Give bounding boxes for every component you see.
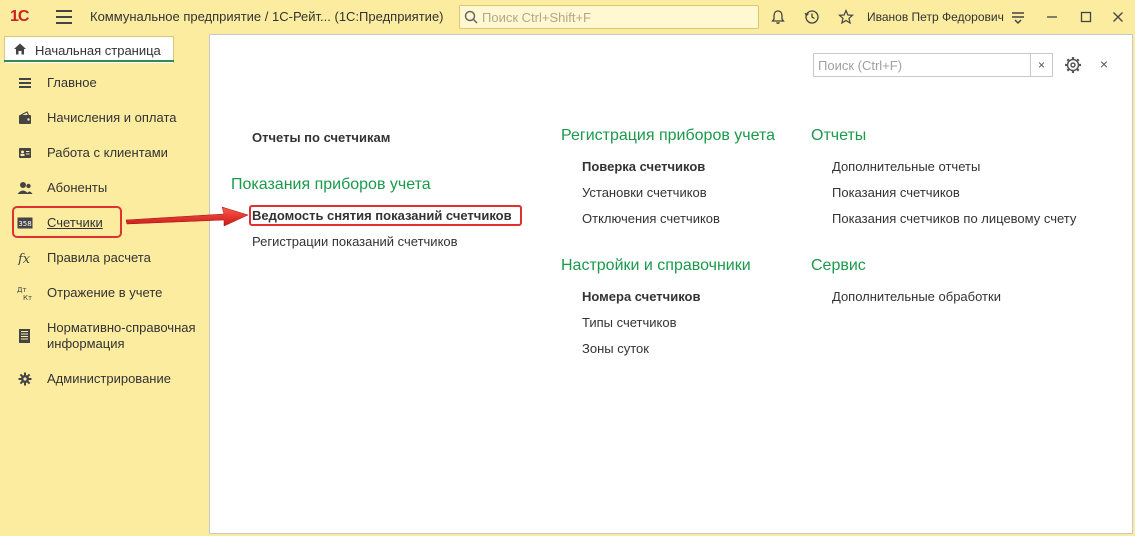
- sidebar-item-label-line1: Нормативно-справочная: [47, 320, 196, 335]
- sidebar-item-label: Работа с клиентами: [47, 145, 168, 160]
- link-readings-registration[interactable]: Регистрации показаний счетчиков: [252, 234, 458, 249]
- link-day-zones[interactable]: Зоны суток: [582, 341, 649, 356]
- tab-home[interactable]: Начальная страница: [4, 36, 174, 63]
- link-meter-reports[interactable]: Отчеты по счетчикам: [252, 130, 390, 145]
- title-bar: 1С Коммунальное предприятие / 1С-Рейт...…: [0, 0, 1135, 34]
- main-panel: [209, 34, 1133, 534]
- group-title-reports: Отчеты: [811, 127, 867, 144]
- sidebar-item-label: Администрирование: [47, 371, 171, 386]
- users-icon: [17, 180, 33, 196]
- svg-text:Дт: Дт: [17, 286, 27, 294]
- settings-menu-icon[interactable]: [1008, 7, 1028, 27]
- debit-credit-icon: Дт Кт: [17, 285, 33, 301]
- link-meter-readings[interactable]: Показания счетчиков: [832, 185, 960, 200]
- section-search-input[interactable]: [814, 54, 1030, 76]
- annotation-arrow-icon: [125, 206, 249, 227]
- tab-strip: Начальная страница: [0, 34, 210, 63]
- bell-icon[interactable]: [768, 7, 788, 27]
- group-title-settings: Настройки и справочники: [561, 257, 751, 274]
- sidebar-item-label: Абоненты: [47, 180, 108, 195]
- star-icon[interactable]: [836, 7, 856, 27]
- menu-icon[interactable]: [56, 10, 72, 24]
- tab-home-label: Начальная страница: [35, 42, 161, 58]
- section-search[interactable]: ×: [813, 53, 1053, 77]
- selection-highlight: [12, 206, 122, 238]
- link-highlight: [249, 205, 522, 226]
- contacts-icon: [17, 145, 33, 161]
- clear-search-button[interactable]: ×: [1030, 54, 1052, 76]
- link-meter-numbers[interactable]: Номера счетчиков: [582, 289, 700, 304]
- link-additional-processing[interactable]: Дополнительные обработки: [832, 289, 1001, 304]
- sidebar-item-label: Нормативно-справочная информация: [47, 320, 196, 352]
- link-readings-by-account[interactable]: Показания счетчиков по лицевому счету: [832, 211, 1076, 226]
- gear-icon: [17, 371, 33, 387]
- app-logo[interactable]: 1С: [10, 8, 29, 26]
- user-name[interactable]: Иванов Петр Федорович: [867, 10, 1004, 24]
- maximize-icon[interactable]: [1076, 7, 1096, 27]
- link-meter-types[interactable]: Типы счетчиков: [582, 315, 677, 330]
- book-icon: [17, 328, 33, 344]
- search-icon: [460, 6, 482, 28]
- global-search-input[interactable]: [482, 9, 752, 25]
- window-title: Коммунальное предприятие / 1С-Рейт... (1…: [90, 9, 444, 24]
- group-title-service: Сервис: [811, 257, 866, 274]
- link-disconnections[interactable]: Отключения счетчиков: [582, 211, 720, 226]
- sidebar-item-label: Главное: [47, 75, 97, 90]
- group-title-readings: Показания приборов учета: [231, 176, 431, 193]
- home-icon: [13, 42, 27, 59]
- link-installations[interactable]: Установки счетчиков: [582, 185, 707, 200]
- svg-text:fx: fx: [17, 252, 31, 265]
- list-icon: [17, 75, 33, 91]
- link-additional-reports[interactable]: Дополнительные отчеты: [832, 159, 980, 174]
- close-window-icon[interactable]: [1108, 7, 1128, 27]
- global-search[interactable]: [459, 5, 759, 29]
- sidebar-item-label: Правила расчета: [47, 250, 151, 265]
- settings-icon[interactable]: [1063, 55, 1083, 75]
- svg-text:Кт: Кт: [23, 294, 32, 301]
- close-section-button[interactable]: ×: [1096, 56, 1112, 72]
- wallet-icon: [17, 110, 33, 126]
- sidebar-item-label-line2: информация: [47, 336, 125, 351]
- history-icon[interactable]: [802, 7, 822, 27]
- sidebar-item-label: Отражение в учете: [47, 285, 163, 300]
- group-title-registration: Регистрация приборов учета: [561, 127, 776, 144]
- sidebar-item-label: Начисления и оплата: [47, 110, 177, 125]
- active-tab-indicator: [4, 60, 174, 62]
- fx-icon: fx: [17, 250, 33, 266]
- link-verification[interactable]: Поверка счетчиков: [582, 159, 705, 174]
- minimize-icon[interactable]: [1042, 7, 1062, 27]
